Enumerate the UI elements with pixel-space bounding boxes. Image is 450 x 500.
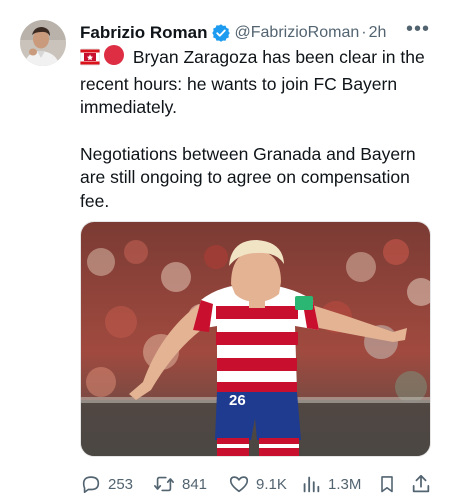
tweet-actions: 253 841 9.1K 1.3M (80, 470, 435, 498)
avatar[interactable] (20, 20, 66, 66)
share-icon (412, 474, 430, 493)
tweet[interactable]: Fabrizio Roman @FabrizioRoman · 2h ••• B… (0, 0, 450, 500)
views-button[interactable]: 1.3M (300, 470, 361, 498)
reply-icon (82, 476, 100, 494)
red-circle-icon (103, 44, 125, 73)
author-handle[interactable]: @FabrizioRoman (235, 24, 360, 42)
like-button[interactable]: 9.1K (228, 470, 287, 498)
separator-dot: · (361, 24, 367, 41)
flag-icon (79, 48, 101, 73)
reply-count: 253 (108, 475, 134, 493)
bookmark-button[interactable] (377, 470, 397, 498)
tweet-paragraph-1: Bryan Zaragoza has been clear in the rec… (79, 44, 440, 120)
author-name[interactable]: Fabrizio Roman (80, 23, 208, 43)
more-options-icon[interactable]: ••• (406, 18, 430, 41)
tweet-header: Fabrizio Roman @FabrizioRoman · 2h ••• (80, 18, 438, 44)
shirt-number: 26 (229, 392, 246, 409)
reply-button[interactable]: 253 (80, 470, 133, 498)
repost-button[interactable]: 841 (152, 470, 207, 498)
repost-count: 841 (182, 475, 208, 493)
timestamp[interactable]: 2h (369, 24, 387, 42)
bookmark-icon (381, 476, 393, 493)
analytics-icon (303, 476, 320, 493)
tweet-text: Bryan Zaragoza has been clear in the rec… (79, 44, 440, 213)
verified-badge-icon (211, 23, 231, 43)
view-count: 1.3M (328, 475, 362, 493)
tweet-paragraph-2: Negotiations between Granada and Bayern … (80, 143, 416, 211)
like-count: 9.1K (256, 475, 287, 493)
heart-icon (229, 476, 249, 493)
tweet-photo[interactable]: 26 (80, 221, 431, 457)
share-button[interactable] (410, 470, 432, 498)
tweet-line-1: Bryan Zaragoza has been clear in the rec… (80, 47, 425, 117)
repost-icon (154, 476, 174, 492)
